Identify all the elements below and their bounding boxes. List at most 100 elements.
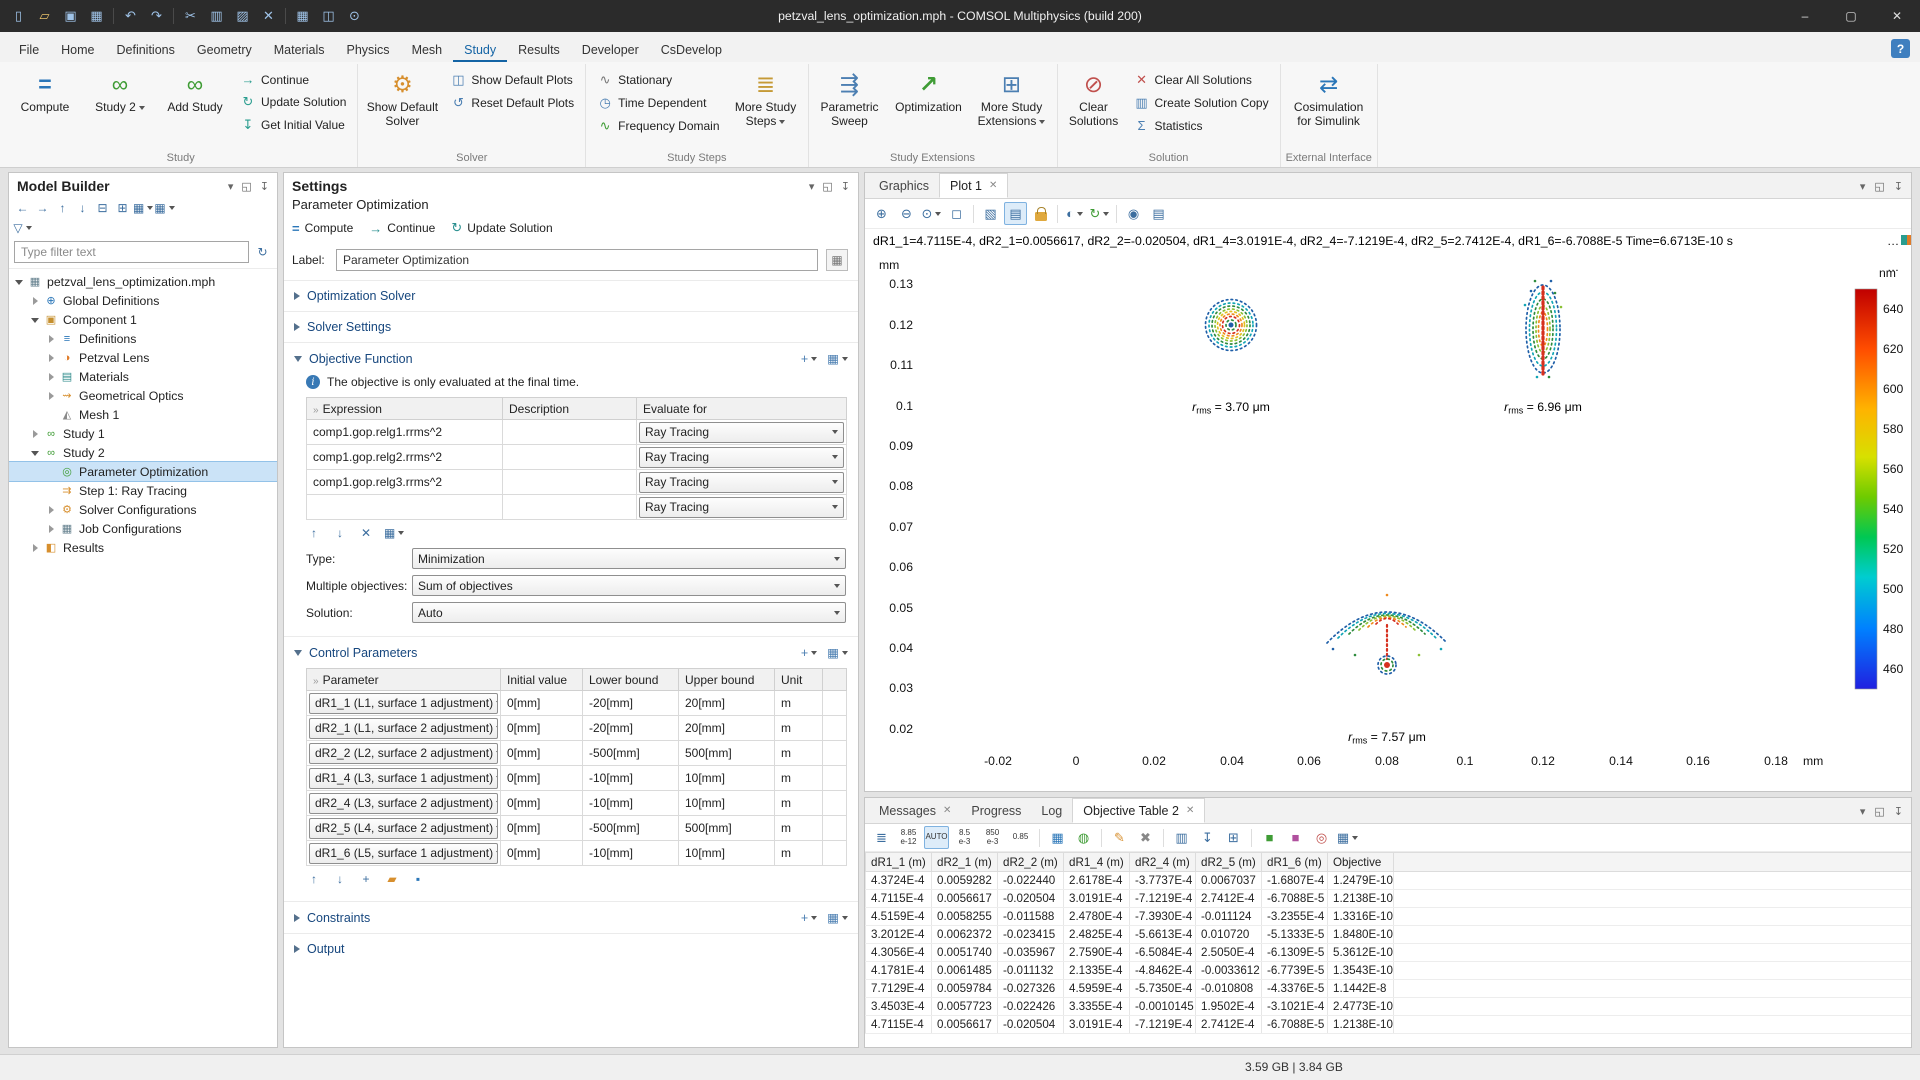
windows-icon[interactable]: ◫ [316,4,341,28]
col-lower-bound[interactable]: Lower bound [583,669,679,691]
tab-objective-table-2[interactable]: Objective Table 2✕ [1072,798,1205,823]
cosimulation-button[interactable]: ⇄ Cosimulation for Simulink [1286,66,1372,150]
statistics-button[interactable]: ΣStatistics [1128,115,1275,136]
move-up-icon[interactable]: ↑ [306,871,322,887]
label-input[interactable] [336,249,818,271]
col-description[interactable]: Description [503,398,637,420]
objective-row[interactable]: comp1.gop.relg1.rrms^2 Ray Tracing [307,420,847,445]
clear-all-solutions-button[interactable]: ✕Clear All Solutions [1128,69,1275,91]
zoom-box-icon[interactable]: ◻ [945,202,968,225]
table-row[interactable]: 4.3724E-40.0059282-0.0224402.6178E-4-3.7… [866,872,1912,890]
objective-row[interactable]: comp1.gop.relg2.rrms^2 Ray Tracing [307,445,847,470]
refresh-icon[interactable]: ↻ [253,243,272,262]
tab-results[interactable]: Results [507,37,571,62]
help-icon[interactable]: ? [1891,39,1910,58]
tree-item-study-2[interactable]: ∞Study 2 [9,443,277,462]
section-header-solver-settings[interactable]: Solver Settings [284,312,858,342]
expression-cell[interactable]: comp1.gop.relg2.rrms^2 [307,445,503,470]
parameter-row[interactable]: dR2_2 (L2, surface 2 adjustment) 0[mm] -… [307,741,847,766]
lower-bound-cell[interactable]: -500[mm] [583,816,679,841]
pin-panel-icon[interactable]: ↧ [260,180,269,193]
parameter-row[interactable]: dR1_6 (L5, surface 1 adjustment) 0[mm] -… [307,841,847,866]
close-tab-icon[interactable]: ✕ [943,805,951,816]
description-cell[interactable] [503,495,637,520]
section-header-constraints[interactable]: Constraints + ▦ [284,902,858,933]
tree-item-parameter-optimization[interactable]: ◎Parameter Optimization [9,462,277,481]
panel-menu-icon[interactable]: ▾ [1860,805,1866,818]
show-axes-icon[interactable]: ▧ [979,202,1002,225]
col-initial-value[interactable]: Initial value [501,669,583,691]
tab-developer[interactable]: Developer [571,37,650,62]
move-up-icon[interactable]: ↑ [53,198,72,217]
tab-definitions[interactable]: Definitions [106,37,186,62]
new-file-icon[interactable]: ▯ [6,4,31,28]
continue-button[interactable]: →Continue [234,69,352,90]
col-dR2_4[interactable]: dR2_4 (m) [1130,853,1196,872]
compute-action[interactable]: =Compute [292,221,353,236]
tab-geometry[interactable]: Geometry [186,37,263,62]
show-default-plots-button[interactable]: ◫Show Default Plots [444,69,580,91]
table-row[interactable]: 3.4503E-40.0057723-0.0224263.3355E-4-0.0… [866,998,1912,1016]
col-dR2_1[interactable]: dR2_1 (m) [932,853,998,872]
time-dependent-button[interactable]: ◷Time Dependent [591,92,725,114]
type-dropdown[interactable]: Minimization [412,548,846,569]
compute-button[interactable]: = Compute [9,66,81,150]
clear-table-icon[interactable]: ✖ [1134,826,1157,849]
multiple-objectives-dropdown[interactable]: Sum of objectives [412,575,846,596]
optimization-button[interactable]: ↗ Optimization [889,66,969,150]
tree-item-step-1-ray-tracing[interactable]: ⇉Step 1: Ray Tracing [9,481,277,500]
initial-value-cell[interactable]: 0[mm] [501,816,583,841]
parameter-cell[interactable]: dR2_1 (L1, surface 2 adjustment) [307,716,501,741]
frequency-domain-button[interactable]: ∿Frequency Domain [591,115,725,137]
reset-default-plots-button[interactable]: ↺Reset Default Plots [444,92,580,114]
precision-scientific-icon[interactable]: 8.5e-3 [952,826,977,849]
tree-item-definitions[interactable]: ≡Definitions [9,329,277,348]
parameter-row[interactable]: dR2_4 (L3, surface 2 adjustment) 0[mm] -… [307,791,847,816]
description-cell[interactable] [503,420,637,445]
move-down-icon[interactable]: ↓ [332,525,348,541]
float-panel-icon[interactable]: ◱ [241,180,251,193]
tab-materials[interactable]: Materials [263,37,336,62]
add-plot-icon[interactable]: ⊞ [1222,826,1245,849]
initial-value-cell[interactable]: 0[mm] [501,841,583,866]
lower-bound-cell[interactable]: -10[mm] [583,791,679,816]
precision-fixed-icon[interactable]: 8.85e-12 [896,826,921,849]
collapse-all-icon[interactable]: ⊟ [93,198,112,217]
lower-bound-cell[interactable]: -20[mm] [583,716,679,741]
lower-bound-cell[interactable]: -10[mm] [583,766,679,791]
add-constraint-icon[interactable]: + [801,911,817,925]
pin-panel-icon[interactable]: ↧ [1894,180,1903,193]
environment-icon[interactable]: ◐ [1063,202,1086,225]
tab-log[interactable]: Log [1031,798,1072,823]
col-dR1_6[interactable]: dR1_6 (m) [1262,853,1328,872]
col-dR1_1[interactable]: dR1_1 (m) [866,853,932,872]
close-tab-icon[interactable]: ✕ [989,180,997,191]
table-row[interactable]: 4.7115E-40.0056617-0.0205043.0191E-4-7.1… [866,1016,1912,1034]
col-objective[interactable]: Objective [1328,853,1394,872]
overflow-dots[interactable]: … [1887,234,1899,248]
upper-bound-cell[interactable]: 20[mm] [679,716,775,741]
unit-cell[interactable]: m [775,766,823,791]
continue-action[interactable]: →Continue [369,221,435,236]
zoom-out-icon[interactable]: ⊖ [895,202,918,225]
snapshot-icon[interactable]: ◉ [1122,202,1145,225]
parameter-row[interactable]: dR2_1 (L1, surface 2 adjustment) 0[mm] -… [307,716,847,741]
tab-graphics[interactable]: Graphics [869,173,939,198]
evaluate-for-cell[interactable]: Ray Tracing [637,420,847,445]
lower-bound-cell[interactable]: -10[mm] [583,841,679,866]
save-to-file-icon[interactable]: ▪ [410,871,426,887]
parameter-cell[interactable]: dR2_5 (L4, surface 2 adjustment) [307,816,501,841]
tree-item-job-configurations[interactable]: ▦Job Configurations [9,519,277,538]
tree-item-materials[interactable]: ▤Materials [9,367,277,386]
update-solution-action[interactable]: ↻Update Solution [451,220,552,236]
tree-item-mesh-1[interactable]: ◭Mesh 1 [9,405,277,424]
row-numbers-icon[interactable]: ≣ [870,826,893,849]
update-solution-button[interactable]: ↻Update Solution [234,91,352,113]
unit-cell[interactable]: m [775,716,823,741]
close-button[interactable]: ✕ [1874,0,1920,32]
section-header-output[interactable]: Output [284,934,858,964]
panel-menu-icon[interactable]: ▾ [228,180,234,193]
solution-dropdown[interactable]: Auto [412,602,846,623]
parameter-cell[interactable]: dR1_6 (L5, surface 1 adjustment) [307,841,501,866]
col-upper-bound[interactable]: Upper bound [679,669,775,691]
